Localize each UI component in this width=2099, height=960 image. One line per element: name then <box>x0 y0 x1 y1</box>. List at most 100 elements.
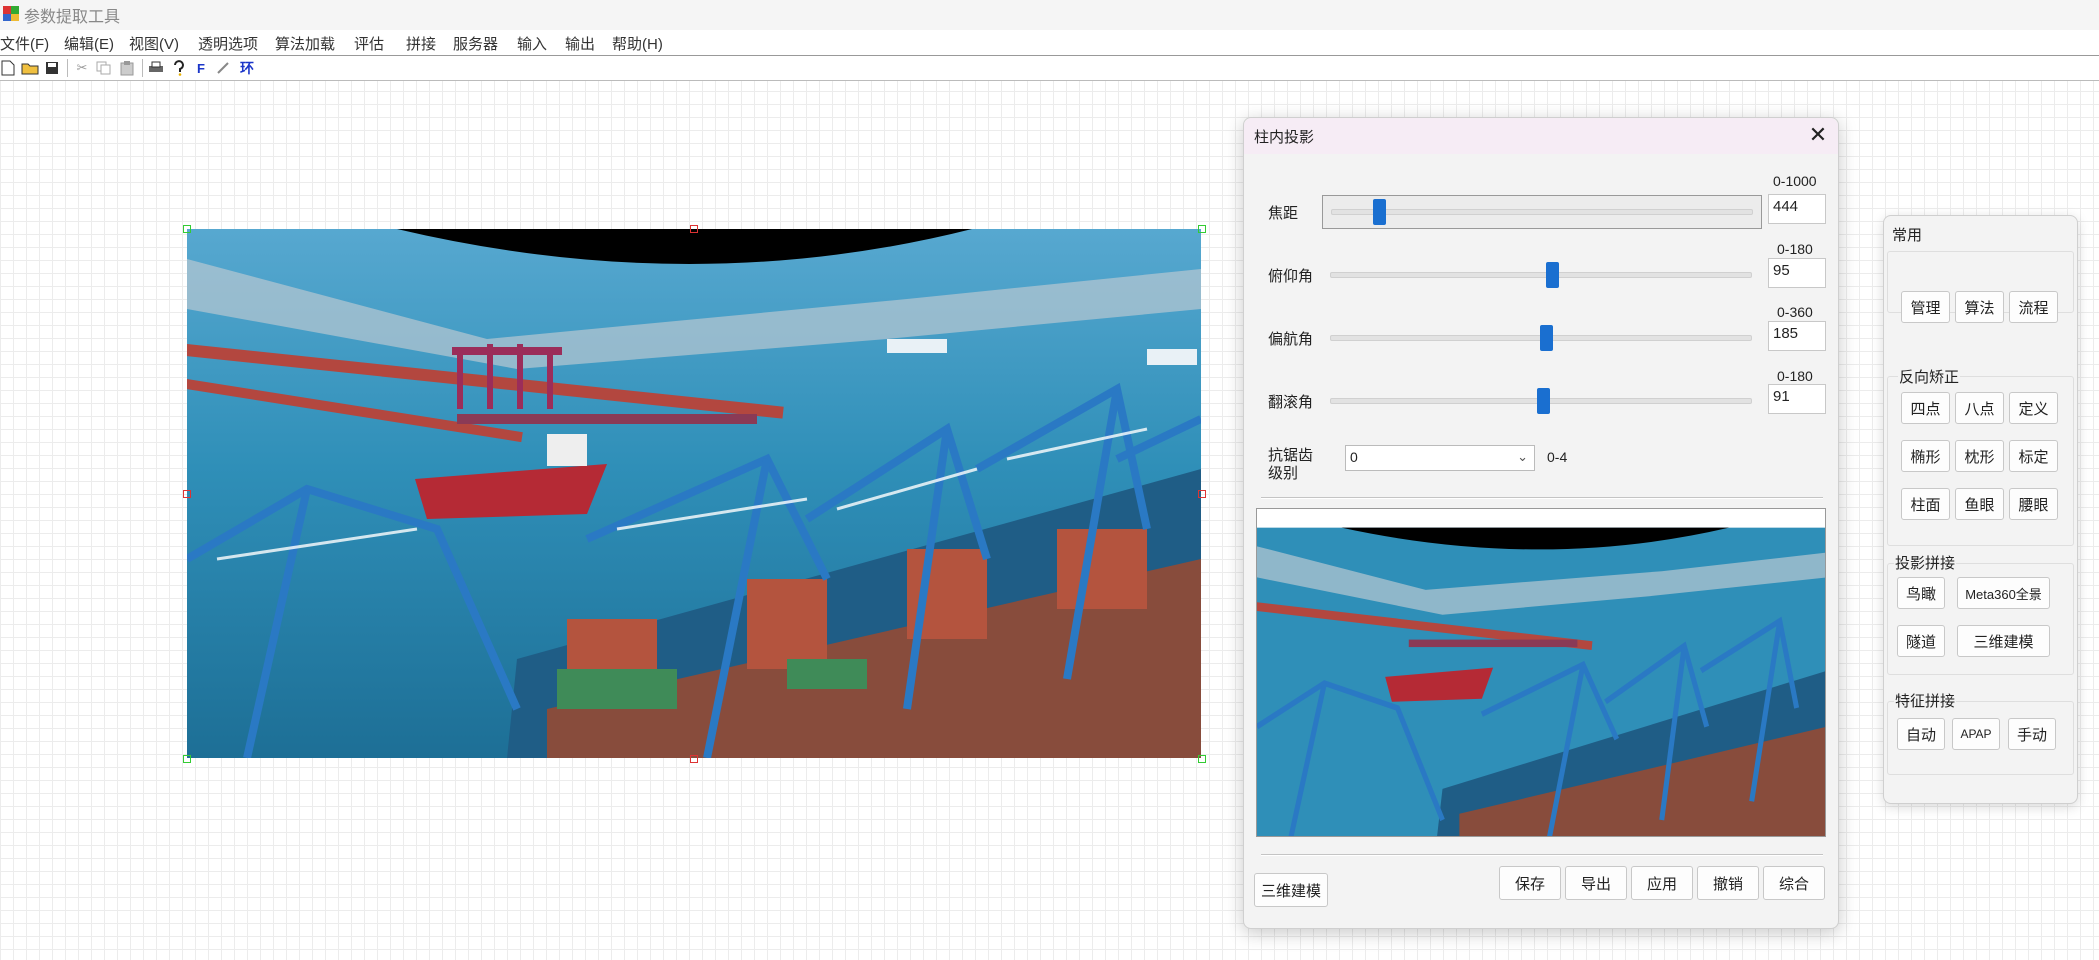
print-icon[interactable] <box>146 58 166 78</box>
process-button[interactable]: 流程 <box>2009 291 2058 323</box>
model-3d-button[interactable]: 三维建模 <box>1254 873 1328 907</box>
dialog-title: 柱内投影 <box>1254 129 1315 146</box>
focal-input[interactable]: 444 <box>1768 194 1826 224</box>
preview-scene <box>1257 509 1825 836</box>
menu-view[interactable]: 视图(V) <box>129 33 179 54</box>
undo-button[interactable]: 撤销 <box>1697 866 1759 900</box>
preview-image <box>1256 508 1826 837</box>
save-icon[interactable] <box>42 58 62 78</box>
eight-point-button[interactable]: 八点 <box>1955 392 2004 424</box>
main-image[interactable] <box>187 229 1201 758</box>
help-icon[interactable] <box>169 58 189 78</box>
manage-button[interactable]: 管理 <box>1901 291 1950 323</box>
cut-icon[interactable]: ✂ <box>72 58 92 78</box>
common-tools-panel: 常用 管理 算法 流程 反向矫正 四点 八点 定义 椭形 枕形 标定 柱面 鱼眼… <box>1883 215 2078 804</box>
yaw-label: 偏航角 <box>1268 331 1314 348</box>
cylinder-projection-dialog: 柱内投影 ✕ 0-1000 焦距 444 0-180 俯仰角 95 0-360 … <box>1243 117 1839 929</box>
app-icon <box>3 6 19 21</box>
resize-handle[interactable] <box>183 490 191 498</box>
resize-handle[interactable] <box>690 225 698 233</box>
toolbar: ✂ F 环 <box>0 56 2099 81</box>
antialias-label-2: 级别 <box>1268 465 1299 482</box>
menu-algorithm-load[interactable]: 算法加载 <box>275 33 335 54</box>
tunnel-button[interactable]: 隧道 <box>1897 625 1945 657</box>
menu-server[interactable]: 服务器 <box>453 33 498 54</box>
focal-slider[interactable] <box>1322 195 1762 229</box>
dialog-title-bar[interactable]: 柱内投影 ✕ <box>1244 118 1838 154</box>
pitch-slider-thumb[interactable] <box>1545 262 1559 288</box>
toolbar-separator <box>67 59 68 77</box>
barrel-button[interactable]: 腰眼 <box>2009 488 2058 520</box>
menu-output[interactable]: 输出 <box>565 33 595 54</box>
fisheye-button[interactable]: 鱼眼 <box>1955 488 2004 520</box>
cylinder-button[interactable]: 柱面 <box>1901 488 1950 520</box>
menu-bar: 文件(F) 编辑(E) 视图(V) 透明选项 算法加载 评估 拼接 服务器 输入… <box>0 30 2099 56</box>
menu-help[interactable]: 帮助(H) <box>612 33 663 54</box>
menu-evaluate[interactable]: 评估 <box>354 33 384 54</box>
reverse-correction-title: 反向矫正 <box>1898 366 1961 387</box>
projection-stitch-title: 投影拼接 <box>1894 552 1957 573</box>
resize-handle[interactable] <box>1198 225 1206 233</box>
antialias-value: 0 <box>1350 449 1358 465</box>
resize-handle[interactable] <box>183 755 191 763</box>
antialias-select[interactable]: 0 ⌄ <box>1345 445 1535 471</box>
close-icon[interactable]: ✕ <box>1806 124 1830 148</box>
menu-file[interactable]: 文件(F) <box>0 33 49 54</box>
f-tool-icon[interactable]: F <box>191 58 211 78</box>
new-file-icon[interactable] <box>0 58 18 78</box>
antialias-range: 0-4 <box>1547 449 1568 465</box>
open-folder-icon[interactable] <box>20 58 40 78</box>
pitch-slider[interactable] <box>1322 258 1762 292</box>
yaw-input[interactable]: 185 <box>1768 321 1826 351</box>
roll-input[interactable]: 91 <box>1768 384 1826 414</box>
define-button[interactable]: 定义 <box>2009 392 2058 424</box>
pitch-range: 0-180 <box>1777 241 1813 257</box>
title-bar: 参数提取工具 <box>0 0 2099 30</box>
focal-slider-thumb[interactable] <box>1373 199 1387 225</box>
resize-handle[interactable] <box>183 225 191 233</box>
focal-range: 0-1000 <box>1773 173 1817 189</box>
ring-tool-icon[interactable]: 环 <box>237 58 257 78</box>
birdseye-button[interactable]: 鸟瞰 <box>1897 577 1945 609</box>
toolbar-separator <box>142 59 143 77</box>
feature-stitch-title: 特征拼接 <box>1894 690 1957 711</box>
pitch-input[interactable]: 95 <box>1768 258 1826 288</box>
menu-stitch[interactable]: 拼接 <box>406 33 436 54</box>
menu-transparency[interactable]: 透明选项 <box>198 33 258 54</box>
separator <box>1261 497 1823 499</box>
pitch-label: 俯仰角 <box>1268 268 1314 285</box>
pen-tool-icon[interactable] <box>213 58 233 78</box>
copy-icon[interactable] <box>94 58 114 78</box>
roll-slider[interactable] <box>1322 384 1762 418</box>
pincushion-button[interactable]: 枕形 <box>1955 440 2004 472</box>
combine-button[interactable]: 综合 <box>1763 866 1825 900</box>
yaw-slider-thumb[interactable] <box>1539 325 1553 351</box>
apply-button[interactable]: 应用 <box>1631 866 1693 900</box>
auto-button[interactable]: 自动 <box>1897 718 1945 750</box>
app-title: 参数提取工具 <box>24 9 121 26</box>
roll-slider-thumb[interactable] <box>1536 388 1550 414</box>
four-point-button[interactable]: 四点 <box>1901 392 1950 424</box>
chevron-down-icon: ⌄ <box>1517 449 1528 464</box>
yaw-slider[interactable] <box>1322 321 1762 355</box>
algorithm-button[interactable]: 算法 <box>1955 291 2004 323</box>
port-scene-image <box>187 229 1201 758</box>
apap-button[interactable]: APAP <box>1952 718 2000 750</box>
menu-input[interactable]: 输入 <box>517 33 547 54</box>
save-button[interactable]: 保存 <box>1499 866 1561 900</box>
meta360-button[interactable]: Meta360全景 <box>1957 577 2050 609</box>
resize-handle[interactable] <box>1198 490 1206 498</box>
paste-icon[interactable] <box>117 58 137 78</box>
roll-range: 0-180 <box>1777 368 1813 384</box>
separator <box>1261 854 1823 856</box>
manual-button[interactable]: 手动 <box>2008 718 2056 750</box>
ellipse-button[interactable]: 椭形 <box>1901 440 1950 472</box>
export-button[interactable]: 导出 <box>1565 866 1627 900</box>
panel-model-3d-button[interactable]: 三维建模 <box>1957 625 2050 657</box>
roll-label: 翻滚角 <box>1268 394 1314 411</box>
resize-handle[interactable] <box>1198 755 1206 763</box>
resize-handle[interactable] <box>690 755 698 763</box>
calibrate-button[interactable]: 标定 <box>2009 440 2058 472</box>
menu-edit[interactable]: 编辑(E) <box>64 33 114 54</box>
panel-title: 常用 <box>1892 227 1923 244</box>
